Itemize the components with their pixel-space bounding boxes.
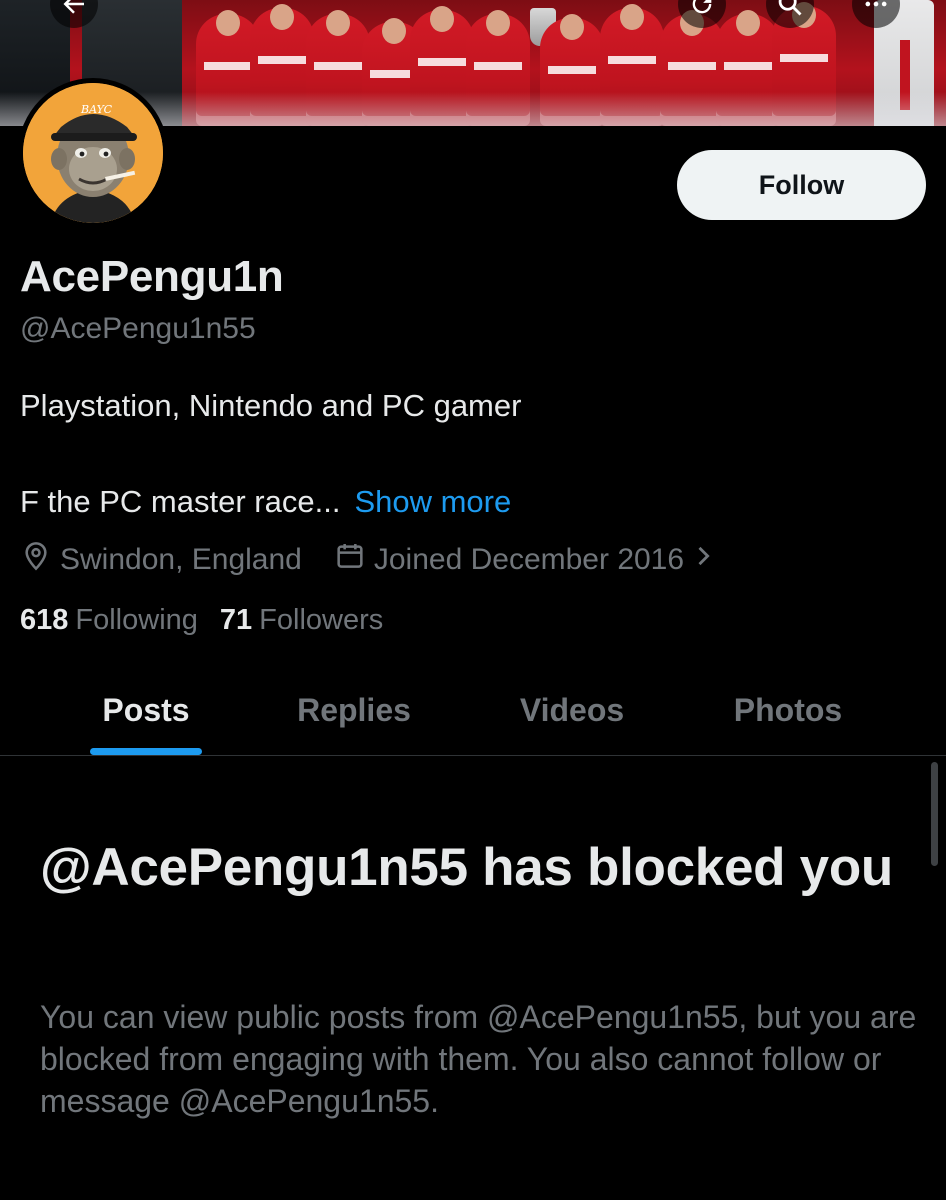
location: Swindon, England xyxy=(20,540,302,580)
display-name: AcePengu1n xyxy=(20,252,284,301)
calendar-icon xyxy=(334,540,374,580)
follow-button[interactable]: Follow xyxy=(677,150,926,220)
avatar-image: BAYC xyxy=(23,83,163,223)
avatar-cap-text: BAYC xyxy=(81,103,113,116)
bio-line-1: Playstation, Nintendo and PC gamer xyxy=(20,388,522,423)
joined-date[interactable]: Joined December 2016 xyxy=(334,540,722,580)
joined-text: Joined December 2016 xyxy=(373,543,685,576)
show-more-link[interactable]: Show more xyxy=(354,484,511,519)
tab-photos[interactable]: Photos xyxy=(702,664,874,756)
profile-tabs: Posts Replies Videos Photos xyxy=(0,664,946,756)
chevron-right-icon xyxy=(692,542,722,578)
follow-stats: 618 Following 71 Followers xyxy=(20,604,383,637)
profile-meta: Swindon, England Joined December 2016 xyxy=(20,540,722,580)
blocked-title: @AcePengu1n55 has blocked you xyxy=(40,838,893,897)
bio-text: F the PC master race... xyxy=(20,484,341,519)
active-tab-indicator xyxy=(90,748,202,755)
location-icon xyxy=(20,540,60,580)
following-count: 618 xyxy=(20,604,69,636)
tab-replies[interactable]: Replies xyxy=(268,664,440,756)
location-text: Swindon, England xyxy=(60,543,302,576)
followers-link[interactable]: 71 Followers xyxy=(220,604,383,637)
following-label: Following xyxy=(75,604,198,636)
blocked-description: You can view public posts from @AcePengu… xyxy=(40,999,917,1119)
followers-count: 71 xyxy=(219,604,253,636)
tab-videos[interactable]: Videos xyxy=(486,664,658,756)
scrollbar[interactable] xyxy=(931,762,938,866)
avatar[interactable]: BAYC xyxy=(18,78,168,228)
tab-posts[interactable]: Posts xyxy=(60,664,232,756)
user-handle: @AcePengu1n55 xyxy=(20,312,256,345)
bio-line-2: F the PC master race... Show more xyxy=(20,484,511,520)
following-link[interactable]: 618 Following xyxy=(20,604,198,637)
profile-page: BAYC Follow AcePengu1n @AcePengu1n55 Pla… xyxy=(0,0,946,1200)
followers-label: Followers xyxy=(259,604,384,636)
